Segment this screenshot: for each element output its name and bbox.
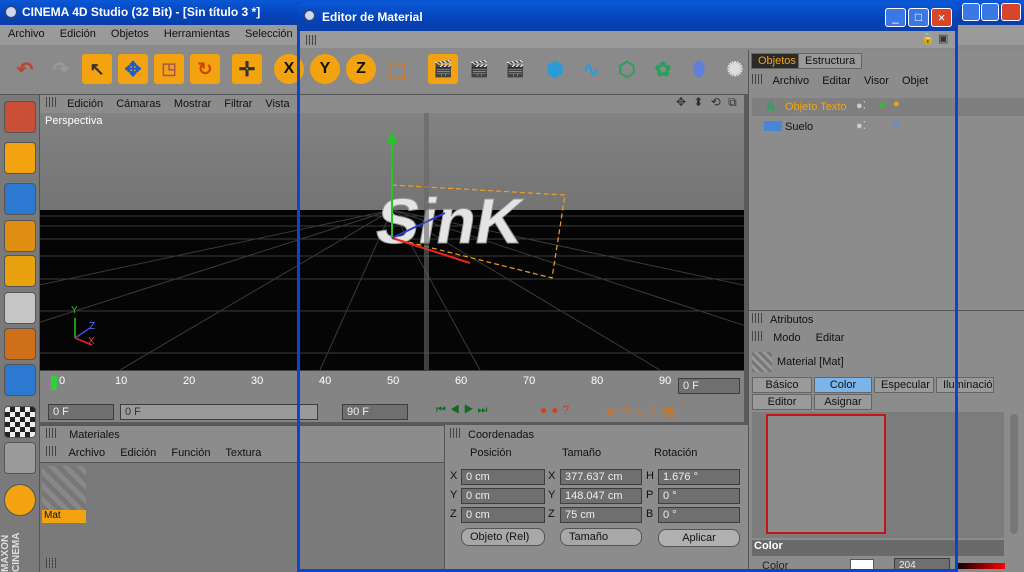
menu-archivo[interactable]: Archivo xyxy=(8,28,45,40)
dialog-maximize-panel-icon[interactable]: ▣ xyxy=(938,32,948,45)
dialog-logo-icon xyxy=(303,9,316,22)
transform-icon[interactable]: ✛ xyxy=(232,54,262,84)
timeline-tick-0: 0 xyxy=(59,375,66,387)
live-select-icon[interactable]: ↖ xyxy=(82,54,112,84)
materials-grip-icon xyxy=(46,428,56,438)
points-mode-icon[interactable] xyxy=(4,255,36,287)
redo-icon[interactable]: ↷ xyxy=(46,54,76,84)
checker-icon[interactable] xyxy=(4,406,36,438)
edges-mode-icon[interactable] xyxy=(4,292,36,324)
timeline-tick-30: 30 xyxy=(251,375,264,387)
axis-z-label: Z xyxy=(89,321,96,332)
red-gradient-slider[interactable] xyxy=(955,563,1005,569)
menu-seleccion[interactable]: Selección xyxy=(245,28,293,40)
dialog-inner-header xyxy=(300,31,955,48)
viewport-menu-edicion[interactable]: Edición xyxy=(67,98,103,110)
axis-mode-icon[interactable] xyxy=(4,220,36,252)
main-menubar: Archivo Edición Objetos Herramientas Sel… xyxy=(0,25,300,45)
viewport-layout-icon[interactable] xyxy=(4,101,36,133)
menu-herramientas[interactable]: Herramientas xyxy=(164,28,230,40)
dialog-grip-icon xyxy=(306,35,316,48)
materials-menu-edicion[interactable]: Edición xyxy=(120,447,156,459)
app-logo-icon xyxy=(4,5,18,19)
start-frame-field[interactable]: 0 F xyxy=(48,404,114,420)
menu-edicion[interactable]: Edición xyxy=(60,28,96,40)
materials-menu-textura[interactable]: Textura xyxy=(225,447,261,459)
dialog-lock-icon[interactable]: 🔒 xyxy=(921,32,935,45)
timeline-marker[interactable] xyxy=(51,376,57,390)
panel-grip-icon xyxy=(46,97,56,107)
object-mode-icon[interactable] xyxy=(4,183,36,215)
material-thumbnail[interactable] xyxy=(42,466,86,510)
axis-y-label: Y xyxy=(71,305,78,316)
dialog-title: Editor de Material xyxy=(322,10,423,24)
timeline-tick-10: 10 xyxy=(115,375,128,387)
menubar-right xyxy=(956,25,1024,45)
polygons-mode-icon[interactable] xyxy=(4,328,36,360)
app-title: CINEMA 4D Studio (32 Bit) - [Sin título … xyxy=(22,5,261,19)
materials-menu-grip-icon xyxy=(46,446,56,456)
rotate-icon[interactable]: ↻ xyxy=(190,54,220,84)
maxon-watermark: MAXON CINEMA xyxy=(0,532,20,572)
material-name[interactable]: Mat xyxy=(42,510,86,523)
move-icon[interactable]: ✥ xyxy=(118,54,148,84)
scale-icon[interactable]: ◳ xyxy=(154,54,184,84)
app-restore-button[interactable] xyxy=(981,3,999,21)
viewport-menu-mostrar[interactable]: Mostrar xyxy=(174,98,211,110)
dialog-maximize-button[interactable]: □ xyxy=(908,8,929,27)
dialog-body-divider xyxy=(424,113,429,370)
axis-x-label: X xyxy=(88,336,95,347)
menu-objetos[interactable]: Objetos xyxy=(111,28,149,40)
attributes-scrollbar[interactable] xyxy=(1010,414,1018,534)
viewport-menu-filtrar[interactable]: Filtrar xyxy=(224,98,252,110)
materials-menu-funcion[interactable]: Función xyxy=(171,447,210,459)
bottom-grip xyxy=(46,558,56,571)
material-editor-dialog xyxy=(297,2,958,572)
dialog-minimize-button[interactable]: _ xyxy=(885,8,906,27)
materials-menu-archivo[interactable]: Archivo xyxy=(68,447,105,459)
texture-mode-icon[interactable] xyxy=(4,364,36,396)
range-slider[interactable]: 0 F xyxy=(120,404,318,420)
viewport-menu-vista[interactable]: Vista xyxy=(265,98,289,110)
snap-icon[interactable] xyxy=(4,442,36,474)
materials-title: Materiales xyxy=(69,429,120,441)
viewport-label: Perspectiva xyxy=(45,115,103,127)
dialog-close-button[interactable]: × xyxy=(931,8,952,27)
undo-icon[interactable]: ↶ xyxy=(10,54,40,84)
timeline-tick-20: 20 xyxy=(183,375,196,387)
viewport-menu-camaras[interactable]: Cámaras xyxy=(116,98,161,110)
app-close-button[interactable] xyxy=(1001,3,1021,21)
model-mode-icon[interactable] xyxy=(4,142,36,174)
app-minimize-button[interactable] xyxy=(962,3,980,21)
